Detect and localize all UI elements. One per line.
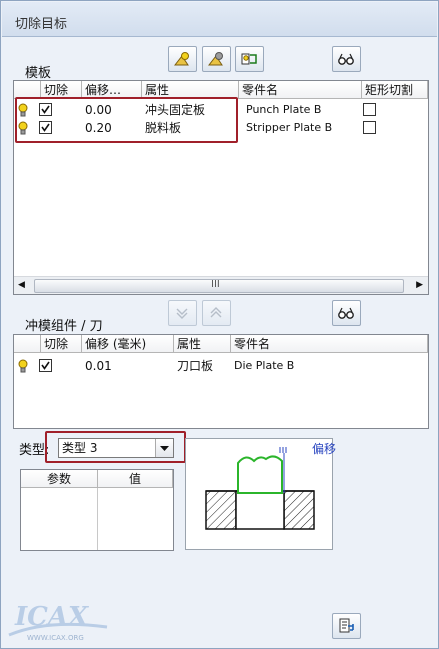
bulb-toggle-icon <box>241 53 257 65</box>
title-bar: 切除目标 <box>2 2 437 37</box>
offset-value: 0.01 <box>85 359 112 373</box>
bulb-icon[interactable] <box>18 359 28 377</box>
params-header-param[interactable]: 参数 <box>21 470 98 488</box>
punch-grid: 切除 偏移 (毫米) 属性 零件名 0.01 刀口板 Die Plate B <box>13 334 429 429</box>
part-name: Die Plate B <box>234 359 295 372</box>
inspect-button-2[interactable] <box>332 300 361 326</box>
plates-header-part[interactable]: 零件名 <box>239 81 362 99</box>
punch-header-part[interactable]: 零件名 <box>231 335 428 353</box>
part-name: Punch Plate B <box>246 103 322 116</box>
punch-header-cut[interactable]: 切除 <box>41 335 82 353</box>
scroll-thumb[interactable]: III <box>34 279 404 293</box>
export-icon <box>339 618 354 633</box>
bulb-on-icon <box>174 52 189 66</box>
part-name: Stripper Plate B <box>246 121 333 134</box>
hide-all-button[interactable] <box>202 46 231 72</box>
plates-label: 模板 <box>25 66 52 81</box>
plates-hscrollbar[interactable]: ◀ III ▶ <box>14 276 428 294</box>
punch-label: 冲模组件 / 刀 <box>25 319 103 334</box>
watermark: ICAX WWW.ICAX.ORG <box>7 597 117 646</box>
thumb-grip: III <box>211 279 220 290</box>
move-down-button[interactable] <box>168 300 197 326</box>
show-all-button[interactable] <box>168 46 197 72</box>
scroll-left-icon[interactable]: ◀ <box>18 276 25 294</box>
rect-cut-checkbox[interactable] <box>363 121 376 134</box>
bulb-off-icon <box>208 52 223 66</box>
glasses-icon <box>338 307 354 319</box>
move-up-button[interactable] <box>202 300 231 326</box>
plates-header-rect[interactable]: 矩形切割 <box>362 81 428 99</box>
rect-cut-checkbox[interactable] <box>363 103 376 116</box>
cut-type-diagram <box>205 447 315 530</box>
svg-text:ICAX: ICAX <box>14 602 90 632</box>
chevron-up-icon <box>210 307 222 318</box>
cut-checkbox[interactable] <box>39 359 52 372</box>
type-preview: 偏移 <box>185 438 337 550</box>
offset-label: 偏移 <box>312 442 337 456</box>
attr-value: 刀口板 <box>177 359 214 373</box>
params-header-value[interactable]: 值 <box>98 470 173 488</box>
highlight-callout <box>15 97 238 143</box>
cut-target-panel: 切除目标 模板 切除 偏移… 属性 零件名 矩形切割 0.00 冲头固定板 Pu… <box>0 0 439 649</box>
punch-header-spacer <box>14 335 41 353</box>
chevron-down-icon <box>176 308 188 319</box>
toggle-visibility-button[interactable] <box>235 46 264 72</box>
scroll-right-icon[interactable]: ▶ <box>416 276 423 294</box>
window-title: 切除目标 <box>15 17 68 32</box>
export-button[interactable] <box>332 613 361 639</box>
params-table: 参数 值 <box>20 469 174 551</box>
highlight-callout <box>45 431 186 463</box>
params-column-divider <box>97 488 98 550</box>
watermark-url: WWW.ICAX.ORG <box>27 634 84 642</box>
glasses-icon <box>338 53 354 65</box>
inspect-button[interactable] <box>332 46 361 72</box>
punch-header-attr[interactable]: 属性 <box>174 335 231 353</box>
punch-header-offset[interactable]: 偏移 (毫米) <box>82 335 174 353</box>
table-row[interactable]: 0.01 刀口板 Die Plate B <box>14 357 428 375</box>
